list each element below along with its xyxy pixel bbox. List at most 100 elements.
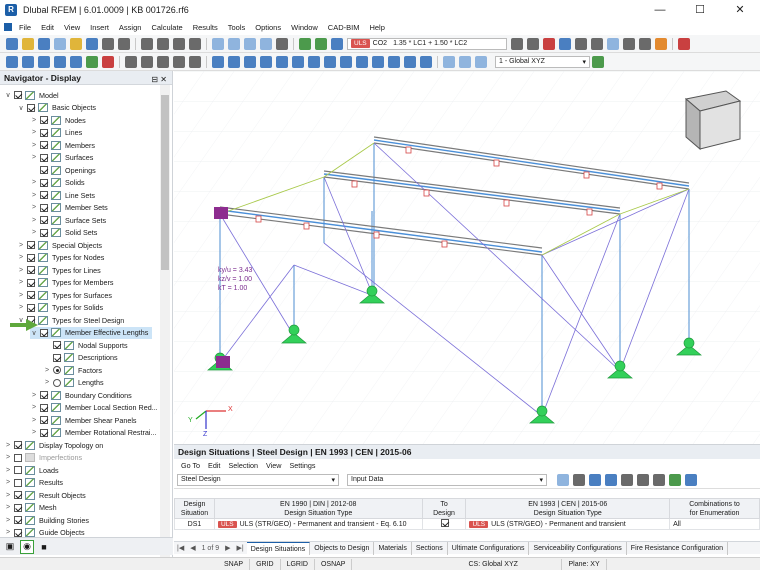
expand-toggle-icon[interactable]: > — [4, 467, 12, 474]
connect-icon[interactable] — [244, 55, 256, 68]
coordinate-icon[interactable] — [475, 55, 487, 68]
tree-item[interactable]: > Mesh — [4, 502, 57, 515]
menu-help[interactable]: Help — [364, 23, 389, 32]
close-button[interactable]: ✕ — [720, 0, 760, 20]
tree-checkbox[interactable] — [40, 178, 48, 187]
tree-checkbox[interactable] — [40, 203, 48, 212]
tree-item[interactable]: > Solid Sets — [30, 227, 97, 240]
wave-icon[interactable] — [459, 55, 471, 68]
tree-checkbox[interactable] — [40, 328, 48, 337]
tree-radio[interactable] — [53, 378, 61, 387]
divide-icon[interactable] — [212, 55, 224, 68]
table-icon[interactable] — [244, 37, 256, 50]
deform-icon[interactable] — [591, 37, 603, 50]
window-layout-icon[interactable] — [212, 37, 224, 50]
redo-icon[interactable] — [157, 37, 169, 50]
view-cube[interactable] — [684, 90, 742, 151]
cell-to-design[interactable] — [421, 518, 467, 530]
status-osnap[interactable]: OSNAP — [315, 558, 353, 570]
circle-icon[interactable] — [420, 55, 432, 68]
menu-file[interactable]: File — [14, 23, 36, 32]
tree-item[interactable]: > Types for Members — [17, 277, 114, 290]
module-select[interactable]: Steel Design ▾ — [177, 473, 339, 486]
tree-item[interactable]: > Display Topology on — [4, 439, 103, 452]
spline-icon[interactable] — [372, 55, 384, 68]
export-icon[interactable] — [621, 473, 633, 486]
tree-checkbox[interactable] — [40, 141, 48, 150]
extrude-icon[interactable] — [260, 55, 272, 68]
support-icon[interactable] — [86, 55, 98, 68]
columns-icon[interactable] — [653, 473, 665, 486]
tree-item[interactable]: > Member Sets — [30, 202, 108, 215]
status-lgrid[interactable]: LGRID — [281, 558, 315, 570]
minimize-button[interactable]: — — [640, 0, 680, 20]
extend-icon[interactable] — [340, 55, 352, 68]
tree-item[interactable]: > Lengths — [43, 377, 104, 390]
rotate-icon[interactable] — [157, 55, 169, 68]
expand-toggle-icon[interactable]: > — [30, 392, 38, 399]
window-split-icon[interactable] — [228, 37, 240, 50]
hide-icon[interactable] — [573, 473, 585, 486]
expand-toggle-icon[interactable]: ∨ — [4, 91, 12, 99]
expand-toggle-icon[interactable]: > — [30, 404, 38, 411]
tree-item[interactable]: ∨ Model — [4, 89, 59, 102]
open-file-icon[interactable] — [22, 37, 34, 50]
tree-item[interactable]: > Types for Solids — [17, 302, 103, 315]
workplane-icon[interactable] — [443, 55, 455, 68]
menu-edit[interactable]: Edit — [36, 23, 59, 32]
delete-icon[interactable] — [605, 473, 617, 486]
tree-checkbox[interactable] — [40, 391, 48, 400]
menu-options[interactable]: Options — [250, 23, 286, 32]
tree-checkbox[interactable] — [40, 166, 48, 175]
cell-en1993-type[interactable]: ULS ULS (STR/GEO) - Permanent and transie… — [465, 518, 671, 530]
tree-checkbox[interactable] — [40, 403, 48, 412]
tree-checkbox[interactable] — [27, 266, 35, 275]
rectangle-icon[interactable] — [404, 55, 416, 68]
expand-toggle-icon[interactable]: > — [30, 142, 38, 149]
tree-item[interactable]: > Boundary Conditions — [30, 389, 132, 402]
menu-calculate[interactable]: Calculate — [146, 23, 187, 32]
trim-icon[interactable] — [324, 55, 336, 68]
tree-item[interactable]: > Types for Lines — [17, 264, 101, 277]
load-wizard-icon[interactable] — [315, 37, 327, 50]
to-design-checkbox[interactable] — [441, 519, 450, 527]
expand-toggle-icon[interactable]: > — [30, 192, 38, 199]
tree-checkbox[interactable] — [14, 453, 22, 462]
hinge-icon[interactable] — [102, 55, 114, 68]
model-icon[interactable] — [38, 37, 50, 50]
tree-item[interactable]: > Solids — [30, 177, 85, 190]
first-page-icon[interactable]: |◀ — [174, 544, 187, 552]
select-mode-icon[interactable] — [557, 473, 569, 486]
tree-checkbox[interactable] — [14, 466, 22, 475]
display-tab-eye-icon[interactable]: ◉ — [20, 539, 34, 554]
expand-toggle-icon[interactable]: > — [30, 217, 38, 224]
snap-icon[interactable] — [655, 37, 667, 50]
combination-icon[interactable] — [331, 37, 343, 50]
tree-item[interactable]: > Imperfections — [4, 452, 82, 465]
save-icon[interactable] — [86, 37, 98, 50]
tree-checkbox[interactable] — [27, 291, 35, 300]
tree-checkbox[interactable] — [40, 128, 48, 137]
guide-icon[interactable] — [592, 55, 604, 68]
expand-toggle-icon[interactable]: > — [30, 417, 38, 424]
tree-item[interactable]: > Types for Nodes — [17, 252, 104, 265]
expand-toggle-icon[interactable]: > — [30, 204, 38, 211]
tree-item[interactable]: > Surface Sets — [30, 214, 106, 227]
navigator-scrollbar[interactable] — [160, 85, 170, 557]
surface-icon[interactable] — [54, 55, 66, 68]
new-file-icon[interactable] — [6, 37, 18, 50]
solid-icon[interactable] — [70, 55, 82, 68]
tab-fire-resistance-configuration[interactable]: Fire Resistance Configuration — [627, 541, 729, 555]
status-grid[interactable]: GRID — [250, 558, 281, 570]
panel-menu-edit[interactable]: Edit — [204, 461, 224, 470]
prev-combo-icon[interactable] — [511, 37, 523, 50]
tree-item[interactable]: > Result Objects — [4, 489, 86, 502]
expand-toggle-icon[interactable]: > — [30, 154, 38, 161]
search-icon[interactable] — [678, 37, 690, 50]
cell-en1990-type[interactable]: ULS ULS (STR/GEO) - Permanent and transie… — [213, 518, 423, 530]
pan-icon[interactable] — [173, 37, 185, 50]
info-icon[interactable] — [685, 473, 697, 486]
expand-toggle-icon[interactable]: > — [30, 117, 38, 124]
mirror-icon[interactable] — [173, 55, 185, 68]
tree-item[interactable]: > Loads — [4, 464, 59, 477]
